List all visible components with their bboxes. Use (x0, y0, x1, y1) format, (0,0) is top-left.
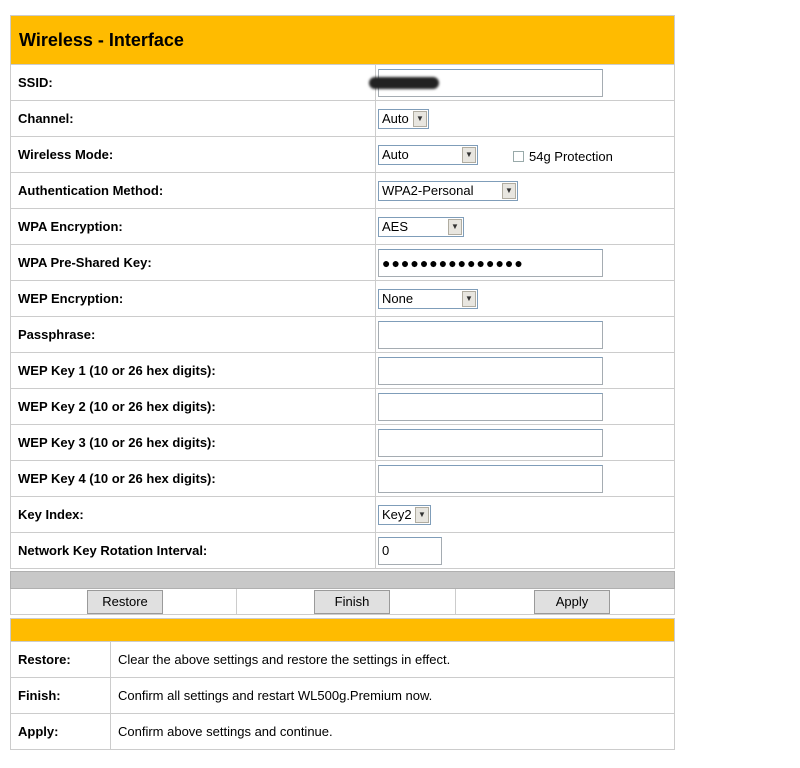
description-header-bar (10, 618, 675, 642)
description-label: Restore: (11, 642, 111, 677)
finish-cell: Finish (237, 589, 456, 614)
dropdown-arrow-icon: ▼ (502, 182, 516, 199)
wpa-psk-row: WPA Pre-Shared Key: ●●●●●●●●●●●●●●● (10, 245, 675, 281)
protection-label: 54g Protection (529, 149, 613, 164)
redacted-ssid (369, 76, 439, 89)
description-label: Apply: (11, 714, 111, 749)
wireless-mode-row: Wireless Mode: Auto ▼ 54g Protection (10, 137, 675, 173)
dropdown-arrow-icon: ▼ (462, 146, 476, 163)
page-title: Wireless - Interface (10, 15, 675, 65)
wep-key4-row: WEP Key 4 (10 or 26 hex digits): (10, 461, 675, 497)
description-row: Apply: Confirm above settings and contin… (10, 714, 675, 750)
button-row: Restore Finish Apply (10, 589, 675, 615)
description-text: Confirm above settings and continue. (118, 724, 333, 739)
wep-key3-input[interactable] (378, 428, 603, 457)
dropdown-arrow-icon: ▼ (448, 218, 462, 235)
apply-cell: Apply (456, 589, 674, 614)
wep-key4-label: WEP Key 4 (10 or 26 hex digits): (11, 461, 376, 496)
wireless-mode-label: Wireless Mode: (11, 137, 376, 172)
wpa-encryption-select[interactable]: AES ▼ (378, 216, 464, 237)
description-text: Confirm all settings and restart WL500g.… (118, 688, 433, 703)
key-index-label: Key Index: (11, 497, 376, 532)
passphrase-input[interactable] (378, 320, 603, 349)
ssid-row: SSID: (10, 65, 675, 101)
wpa-psk-input[interactable]: ●●●●●●●●●●●●●●● (378, 248, 603, 277)
description-label: Finish: (11, 678, 111, 713)
wireless-mode-select[interactable]: Auto ▼ (378, 144, 478, 165)
auth-method-label: Authentication Method: (11, 173, 376, 208)
wireless-interface-form: Wireless - Interface SSID: Channel: Auto… (10, 15, 675, 750)
rotation-label: Network Key Rotation Interval: (11, 533, 376, 568)
dropdown-arrow-icon: ▼ (413, 110, 427, 127)
wpa-encryption-row: WPA Encryption: AES ▼ (10, 209, 675, 245)
auth-method-select[interactable]: WPA2-Personal ▼ (378, 180, 518, 201)
separator-bar (10, 571, 675, 589)
restore-cell: Restore (11, 589, 237, 614)
wpa-encryption-label: WPA Encryption: (11, 209, 376, 244)
rotation-input[interactable]: 0 (378, 536, 442, 565)
auth-method-row: Authentication Method: WPA2-Personal ▼ (10, 173, 675, 209)
passphrase-row: Passphrase: (10, 317, 675, 353)
wep-key2-input[interactable] (378, 392, 603, 421)
wep-key4-input[interactable] (378, 464, 603, 493)
passphrase-label: Passphrase: (11, 317, 376, 352)
wep-encryption-row: WEP Encryption: None ▼ (10, 281, 675, 317)
description-row: Finish: Confirm all settings and restart… (10, 678, 675, 714)
wep-encryption-select[interactable]: None ▼ (378, 288, 478, 309)
wep-key2-row: WEP Key 2 (10 or 26 hex digits): (10, 389, 675, 425)
wep-key1-row: WEP Key 1 (10 or 26 hex digits): (10, 353, 675, 389)
channel-select[interactable]: Auto ▼ (378, 108, 429, 129)
restore-button[interactable]: Restore (87, 589, 163, 614)
key-index-select[interactable]: Key2 ▼ (378, 504, 431, 525)
channel-row: Channel: Auto ▼ (10, 101, 675, 137)
description-row: Restore: Clear the above settings and re… (10, 642, 675, 678)
finish-button[interactable]: Finish (314, 589, 390, 614)
protection-checkbox[interactable] (513, 151, 524, 162)
dropdown-arrow-icon: ▼ (415, 506, 429, 523)
wep-key2-label: WEP Key 2 (10 or 26 hex digits): (11, 389, 376, 424)
wep-key1-input[interactable] (378, 356, 603, 385)
rotation-row: Network Key Rotation Interval: 0 (10, 533, 675, 569)
wep-key3-row: WEP Key 3 (10 or 26 hex digits): (10, 425, 675, 461)
wpa-psk-label: WPA Pre-Shared Key: (11, 245, 376, 280)
wep-encryption-label: WEP Encryption: (11, 281, 376, 316)
wep-key1-label: WEP Key 1 (10 or 26 hex digits): (11, 353, 376, 388)
ssid-label: SSID: (11, 65, 376, 100)
protection-checkbox-group: 54g Protection (513, 149, 613, 164)
key-index-row: Key Index: Key2 ▼ (10, 497, 675, 533)
description-text: Clear the above settings and restore the… (118, 652, 451, 667)
apply-button[interactable]: Apply (534, 589, 610, 614)
channel-label: Channel: (11, 101, 376, 136)
wep-key3-label: WEP Key 3 (10 or 26 hex digits): (11, 425, 376, 460)
ssid-input[interactable] (369, 68, 603, 97)
dropdown-arrow-icon: ▼ (462, 290, 476, 307)
